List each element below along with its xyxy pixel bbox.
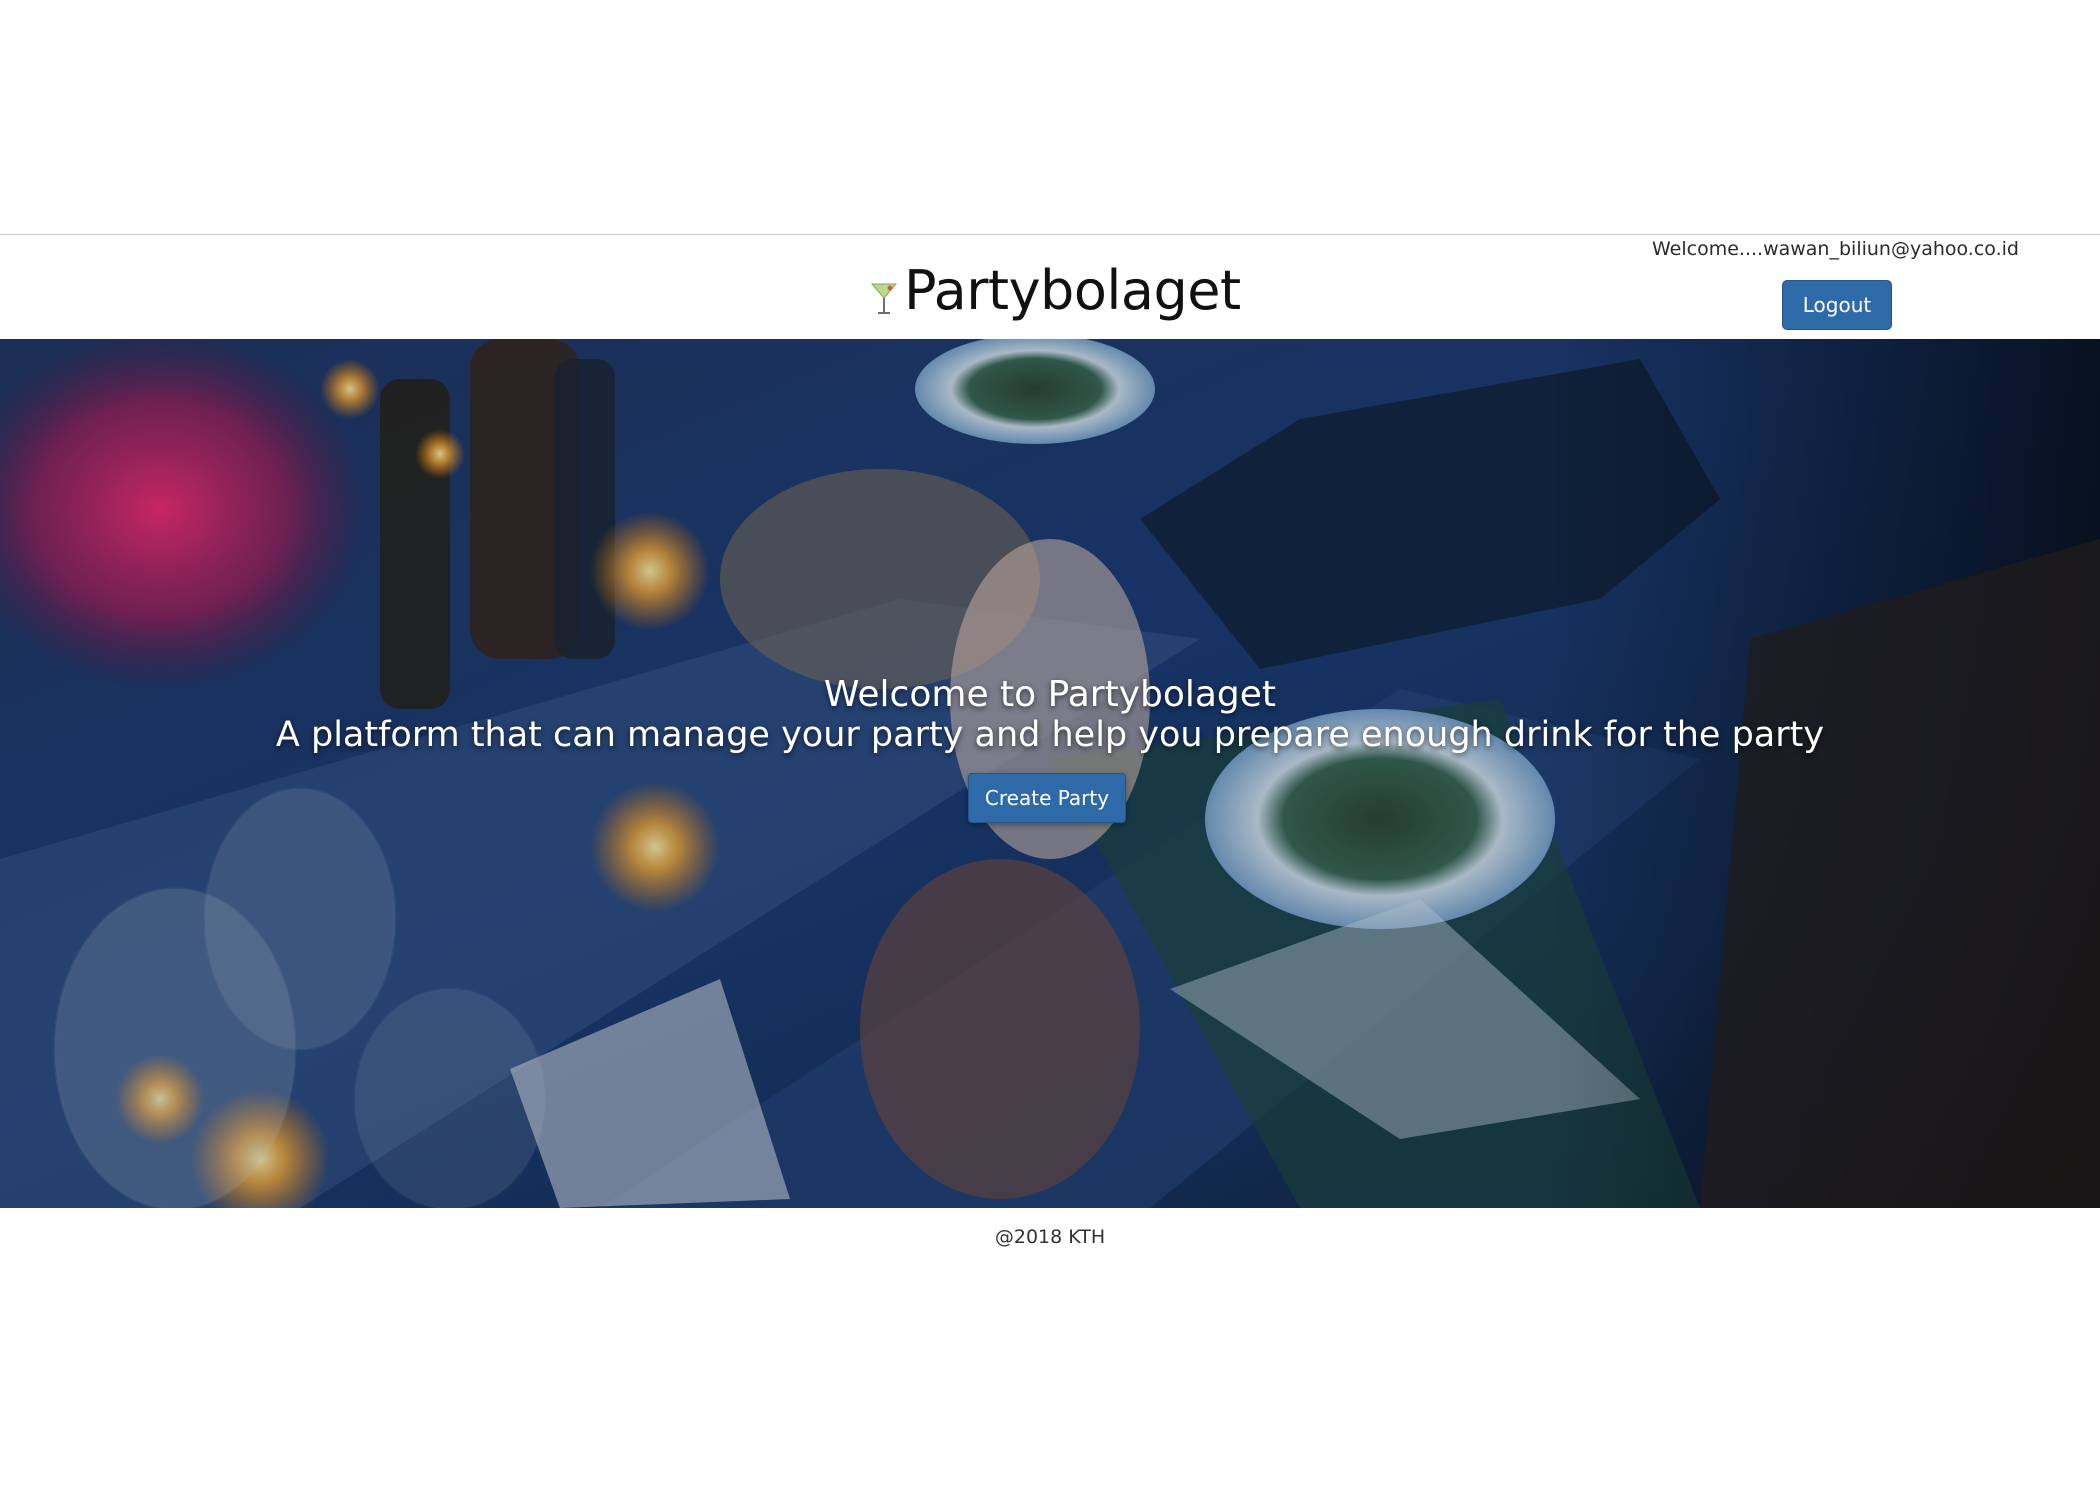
site-header: Partybolaget Welcome....wawan_biliun@yah… xyxy=(0,235,2100,339)
welcome-user-text: Welcome....wawan_biliun@yahoo.co.id xyxy=(1652,238,2019,260)
hero-section: Welcome to Partybolaget A platform that … xyxy=(0,339,2100,1208)
top-blank-area xyxy=(0,0,2100,234)
site-footer: @2018 KTH xyxy=(0,1208,2100,1268)
hero-title: Welcome to Partybolaget xyxy=(823,674,1277,715)
brand-title: Partybolaget xyxy=(904,259,1241,322)
cocktail-glass-icon xyxy=(870,280,898,316)
hero-subtitle: A platform that can manage your party an… xyxy=(275,715,1825,755)
footer-copyright: @2018 KTH xyxy=(994,1226,1106,1248)
logout-button[interactable]: Logout xyxy=(1782,280,1892,330)
hero-text-block: Welcome to Partybolaget A platform that … xyxy=(0,674,2100,756)
create-party-button[interactable]: Create Party xyxy=(968,773,1126,823)
brand[interactable]: Partybolaget xyxy=(870,259,1241,323)
